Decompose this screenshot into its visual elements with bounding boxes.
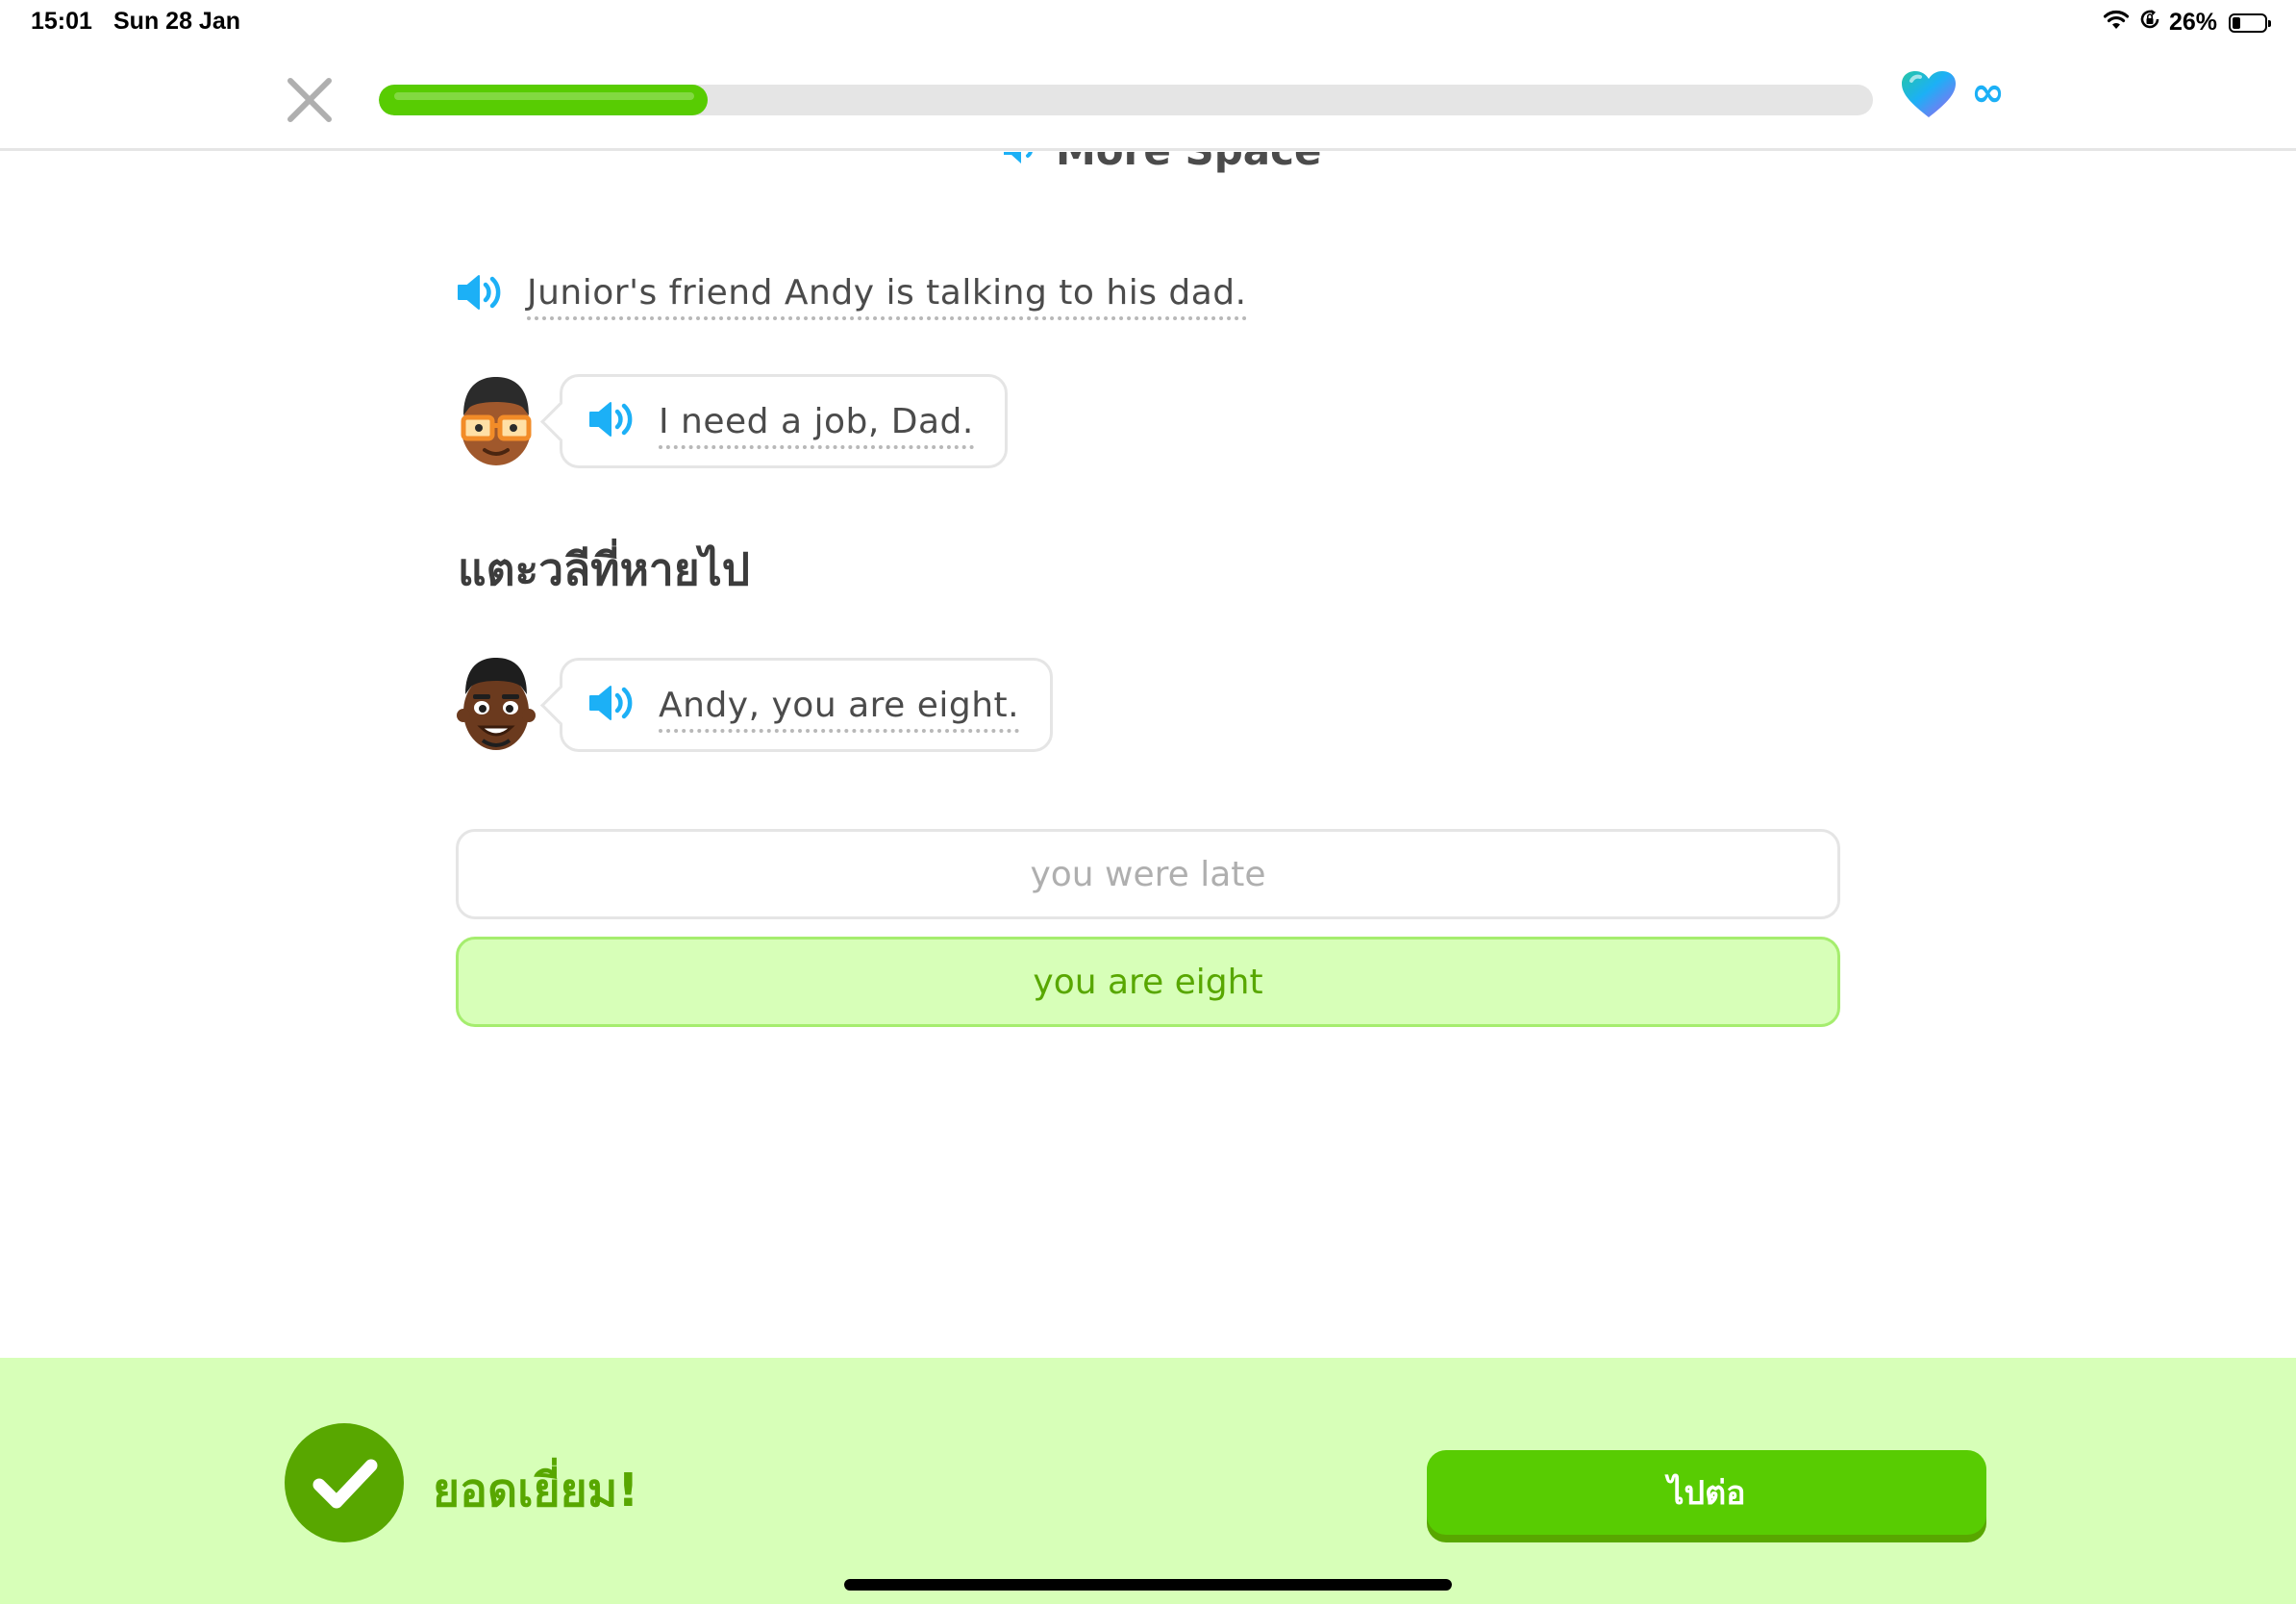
dialogue-text: I need a job, Dad.: [659, 401, 974, 449]
speaker-icon[interactable]: [587, 398, 637, 444]
header-divider: [0, 148, 2296, 151]
dialogue-text: Andy, you are eight.: [659, 685, 1020, 733]
lesson-screen: 15:01 Sun 28 Jan 26% ∞ More Space Junior…: [0, 0, 2296, 1604]
close-button[interactable]: [279, 69, 340, 131]
dad-avatar: [456, 654, 537, 756]
option-you-were-late[interactable]: you were late: [456, 829, 1840, 919]
continue-button[interactable]: ไปต่อ: [1427, 1450, 1986, 1535]
feedback-title: ยอดเยี่ยม!: [433, 1464, 639, 1517]
narration-text: Junior's friend Andy is talking to his d…: [527, 272, 1247, 320]
andy-avatar: [456, 373, 537, 469]
close-icon: [287, 78, 332, 122]
dialogue-text-content[interactable]: Andy, you are eight.: [659, 685, 1020, 733]
feedback-banner: ยอดเยี่ยม! ไปต่อ: [0, 1358, 2296, 1604]
speaker-icon[interactable]: [587, 682, 637, 728]
status-bar: 15:01 Sun 28 Jan 26%: [0, 0, 2296, 44]
speaker-icon[interactable]: [456, 271, 506, 313]
speaker-icon[interactable]: [1000, 152, 1044, 173]
progress-shine: [394, 92, 694, 100]
battery-percent: 26%: [2168, 9, 2217, 36]
speech-bubble: I need a job, Dad.: [560, 374, 1008, 468]
status-indicators: 26%: [2102, 8, 2271, 38]
dialogue-text-content[interactable]: I need a job, Dad.: [659, 401, 974, 449]
battery-fill: [2233, 16, 2240, 29]
checkmark-icon: [285, 1423, 404, 1542]
battery-icon: [2229, 13, 2271, 33]
dialogue-line-dad: Andy, you are eight.: [456, 654, 1054, 756]
status-time: 15:01: [31, 8, 92, 35]
option-you-are-eight[interactable]: you are eight: [456, 937, 1840, 1027]
hearts-infinity: ∞: [1971, 68, 2005, 115]
status-date: Sun 28 Jan: [113, 8, 240, 35]
speech-bubble: Andy, you are eight.: [560, 658, 1054, 752]
instruction-text: แตะวลีที่หายไป: [458, 543, 751, 595]
lesson-progress-fill: [379, 85, 708, 115]
home-indicator[interactable]: [844, 1579, 1452, 1591]
narration-line: Junior's friend Andy is talking to his d…: [456, 271, 1247, 320]
heart-icon: [1902, 71, 1956, 117]
hearts-counter[interactable]: ∞: [1900, 69, 2005, 119]
lesson-progress-bar: [379, 85, 1873, 115]
narration-text-content[interactable]: Junior's friend Andy is talking to his d…: [527, 272, 1247, 320]
dialogue-line-andy: I need a job, Dad.: [456, 373, 1008, 469]
lock-rotation-icon: [2138, 8, 2161, 38]
wifi-icon: [2102, 8, 2131, 38]
